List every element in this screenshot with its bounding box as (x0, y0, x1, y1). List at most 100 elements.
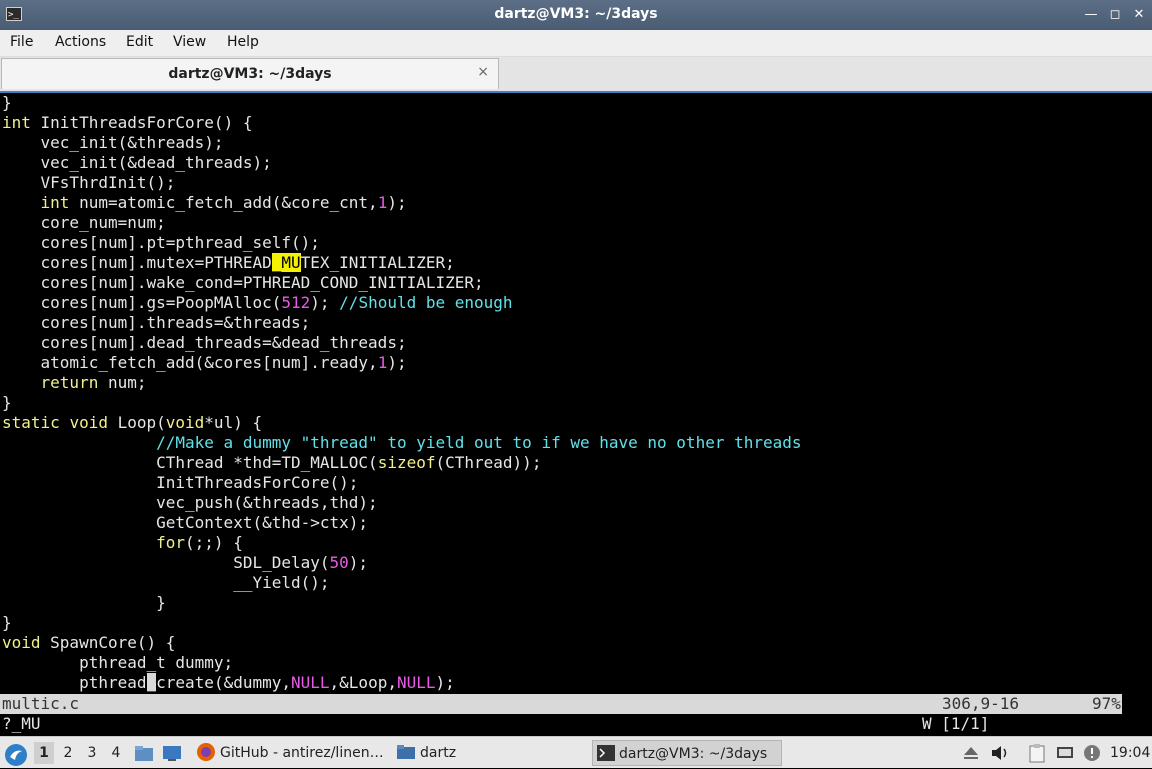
code-line: cores[num].pt=pthread_self(); (2, 233, 802, 253)
task-label: GitHub - antirez/linen… (220, 745, 384, 761)
number-token: 512 (281, 293, 311, 312)
maximize-icon[interactable]: ◻ (1106, 6, 1124, 24)
task-label: dartz (420, 745, 457, 761)
code-text: InitThreadsForCore(); (2, 473, 359, 492)
firefox-icon (197, 743, 215, 761)
folder-icon (397, 745, 415, 759)
code-line: //Make a dummy "thread" to yield out to … (2, 433, 801, 453)
menu-actions[interactable]: Actions (55, 34, 106, 50)
tab-bar: dartz@VM3: ~/3days × (0, 57, 1152, 91)
start-menu-button[interactable] (4, 737, 28, 769)
code-line: } (2, 593, 802, 613)
status-percent: 97% (1092, 694, 1121, 713)
code-line: for(;;) { (2, 533, 802, 553)
terminal-view[interactable]: } int InitThreadsForCore() { vec_init(&th… (0, 91, 1152, 734)
code-text: CThread *thd=TD_MALLOC( (2, 453, 378, 472)
tray-eject[interactable] (962, 737, 980, 769)
code-text: num; (98, 373, 147, 392)
code-text: create(&dummy, (156, 673, 291, 692)
code-text: num=atomic_fetch_add(&core_cnt, (69, 193, 378, 212)
tray-volume[interactable] (990, 737, 1010, 769)
code-text: SpawnCore() { (40, 633, 176, 652)
task-folder[interactable]: dartz (394, 740, 584, 766)
number-token: 50 (329, 553, 349, 572)
clock[interactable]: 19:04 (1110, 737, 1150, 769)
window-titlebar[interactable]: >_ dartz@VM3: ~/3days — ◻ ✕ (0, 0, 1152, 30)
menu-help[interactable]: Help (227, 34, 259, 50)
code-text: *ul) { (204, 413, 263, 432)
menu-file[interactable]: File (10, 34, 33, 50)
file-manager-icon (135, 746, 153, 761)
minimize-icon[interactable]: — (1082, 6, 1100, 24)
clipboard-icon (1029, 744, 1045, 763)
number-token: 1 (377, 353, 388, 372)
code-text: ,&Loop, (329, 673, 397, 692)
code-line: vec_init(&dead_threads); (2, 153, 802, 173)
status-position: 306,9-16 (942, 694, 1020, 713)
vim-statusline: multic.c 306,9-16 97% (0, 694, 1122, 714)
code-text: ); (387, 353, 407, 372)
code-text: (;;) { (185, 533, 243, 552)
menu-edit[interactable]: Edit (126, 34, 153, 50)
task-terminal[interactable]: dartz@VM3: ~/3days (592, 740, 782, 766)
code-line: InitThreadsForCore(); (2, 473, 802, 493)
workspace-1[interactable]: 1 (34, 742, 54, 764)
code-text: cores[num].pt=pthread_self(); (2, 233, 320, 252)
code-text: cores[num].dead_threads=&dead_threads; (2, 333, 407, 352)
code-text: Loop( (107, 413, 166, 432)
task-label: dartz@VM3: ~/3days (619, 746, 768, 762)
code-text: cores[num].gs=PoopMAlloc( (2, 293, 282, 312)
code-line: CThread *thd=TD_MALLOC(sizeof(CThread)); (2, 453, 802, 473)
tab-close-icon[interactable]: × (477, 64, 489, 80)
code-line: } (2, 393, 802, 413)
code-text: } (2, 613, 12, 632)
keyword-token: static (2, 413, 60, 432)
number-token: 1 (377, 193, 388, 212)
code-line: void SpawnCore() { (2, 633, 802, 653)
code-text: vec_push(&threads,thd); (2, 493, 378, 512)
comment-token: //Should be enough (339, 293, 513, 312)
code-text: ); (348, 553, 369, 572)
code-text: } (2, 93, 12, 112)
file-manager-launcher[interactable] (134, 737, 154, 769)
code-line: cores[num].dead_threads=&dead_threads; (2, 333, 802, 353)
code-line: int InitThreadsForCore() { (2, 113, 802, 133)
tray-clipboard[interactable] (1028, 737, 1046, 769)
keyword-token: int (40, 193, 70, 212)
tray-network[interactable] (1055, 737, 1075, 769)
tab-terminal[interactable]: dartz@VM3: ~/3days × (1, 58, 499, 89)
status-filename: multic.c (2, 694, 80, 713)
keyword-token: void (165, 413, 205, 432)
code-line: SDL_Delay(50); (2, 553, 802, 573)
task-firefox[interactable]: GitHub - antirez/linen… (192, 740, 387, 766)
vim-cmdline[interactable]: ?_MU W [1/1] (0, 714, 1152, 734)
menu-logo-icon (5, 744, 27, 766)
window-title: dartz@VM3: ~/3days (494, 6, 658, 22)
workspace-2[interactable]: 2 (58, 742, 78, 764)
workspace-3[interactable]: 3 (82, 742, 102, 764)
keyword-token: sizeof (377, 453, 436, 472)
search-match: _MU (271, 253, 301, 272)
code-text: ); (435, 673, 455, 692)
network-icon (1057, 747, 1073, 758)
code-line: pthread_create(&dummy,NULL,&Loop,NULL); (2, 673, 802, 693)
code-text: cores[num].wake_cond=PTHREAD_COND_INITIA… (2, 273, 484, 292)
code-text: ); (310, 293, 340, 312)
keyword-token: for (156, 533, 186, 552)
menu-view[interactable]: View (173, 34, 206, 50)
code-line: } (2, 613, 802, 633)
code-text: pthread (2, 673, 147, 692)
desktop-icon (163, 746, 181, 761)
show-desktop-button[interactable] (162, 737, 182, 769)
code-text: VFsThrdInit(); (2, 173, 176, 192)
keyword-token: int (2, 113, 31, 132)
code-line: __Yield(); (2, 573, 802, 593)
tray-notifications[interactable] (1083, 737, 1101, 769)
close-icon[interactable]: ✕ (1130, 6, 1148, 24)
workspace-4[interactable]: 4 (106, 742, 126, 764)
number-token: NULL (291, 673, 330, 692)
